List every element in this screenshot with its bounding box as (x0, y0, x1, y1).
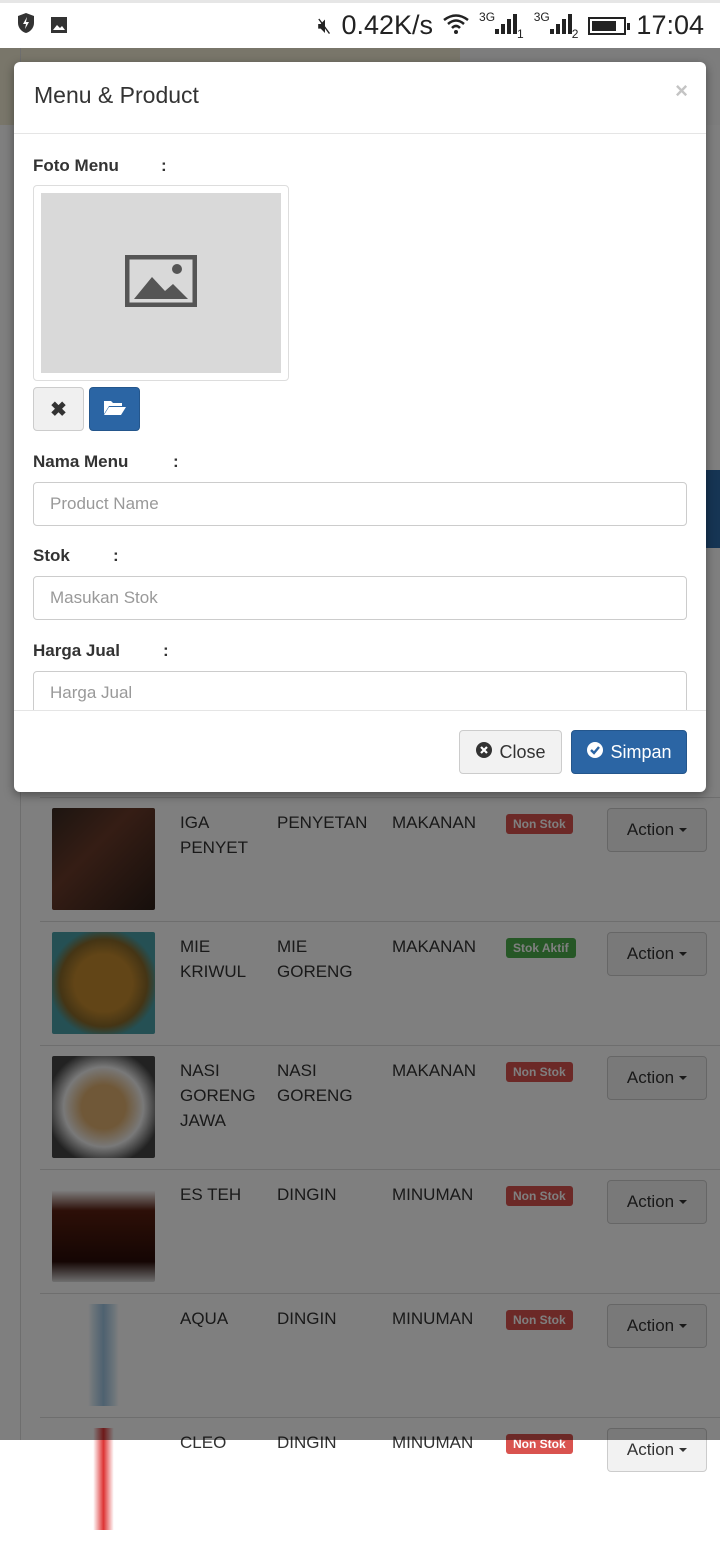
colon: : (173, 452, 179, 471)
wifi-icon (443, 10, 469, 41)
save-button-label: Simpan (610, 741, 672, 762)
price-label: Harga Jual (33, 641, 120, 660)
stock-label: Stok (33, 546, 70, 565)
save-button[interactable]: Simpan (571, 730, 687, 774)
close-icon[interactable]: × (675, 78, 688, 104)
check-circle-icon (586, 741, 604, 764)
stock-input[interactable] (33, 576, 687, 620)
image-placeholder-icon (124, 254, 198, 312)
times-circle-icon (475, 741, 493, 764)
remove-photo-button[interactable]: ✖ (33, 387, 84, 431)
shield-icon (16, 10, 36, 41)
network-speed: 0.42K/s (341, 10, 434, 40)
modal-footer: Close Simpan (14, 710, 706, 792)
action-label: Action (626, 1440, 675, 1459)
photo-label: Foto Menu (33, 156, 119, 175)
browse-photo-button[interactable] (89, 387, 140, 431)
colon: : (163, 641, 169, 660)
modal-header: Menu & Product × (14, 62, 706, 134)
times-icon: ✖ (50, 398, 67, 421)
close-button[interactable]: Close (459, 730, 562, 774)
modal-body: Foto Menu : ✖ Nama Menu : Stok : Harga J… (14, 134, 706, 710)
colon: : (161, 156, 167, 175)
modal-title: Menu & Product (34, 82, 199, 108)
menu-product-modal: Menu & Product × Foto Menu : ✖ Nama Menu… (14, 62, 706, 792)
clock: 17:04 (636, 10, 704, 40)
caret-down-icon (679, 1448, 688, 1452)
folder-open-icon (103, 398, 127, 421)
close-button-label: Close (499, 741, 546, 762)
photo-preview (33, 185, 289, 381)
image-notification-icon (50, 10, 68, 41)
colon: : (113, 546, 119, 565)
name-label: Nama Menu (33, 452, 129, 471)
price-input[interactable] (33, 671, 687, 710)
product-image (52, 1428, 155, 1530)
signal-icon-1: 3G 1 (479, 10, 524, 41)
product-name-input[interactable] (33, 482, 687, 526)
status-bar: 🔇︎ 0.42K/s 3G 1 3G 2 17:04 (0, 0, 720, 48)
signal-icon-2: 3G 2 (533, 10, 579, 41)
battery-icon (588, 16, 631, 35)
mute-icon: 🔇︎ (317, 12, 332, 38)
